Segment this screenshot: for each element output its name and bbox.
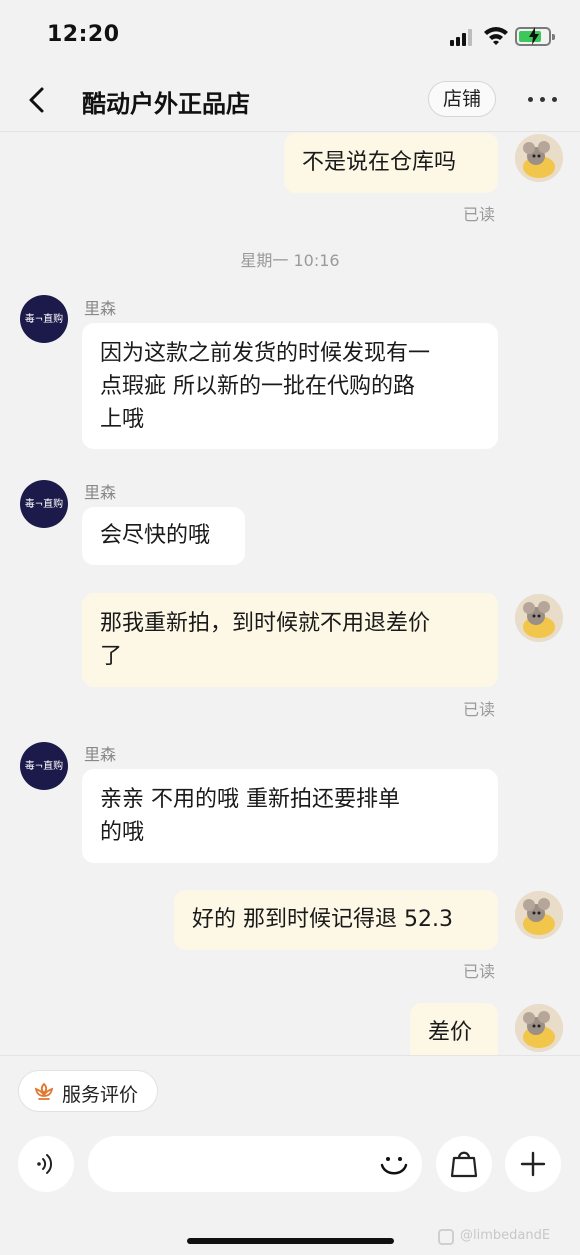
shop-logo: 毒¬直购 <box>24 314 64 325</box>
status-time: 12:20 <box>47 22 120 47</box>
message-text: 了 <box>100 644 123 669</box>
back-arrow-icon[interactable] <box>22 84 54 116</box>
sender-name: 里森 <box>84 483 117 502</box>
voice-wave-icon <box>37 1154 53 1174</box>
chat-header: 酷动户外正品店 店铺 <box>0 70 580 132</box>
read-receipt: 已读 <box>463 700 496 719</box>
product-bag-button[interactable] <box>436 1136 492 1192</box>
user-avatar[interactable] <box>515 594 563 642</box>
voice-input-button[interactable] <box>18 1136 74 1192</box>
home-indicator[interactable] <box>187 1238 394 1244</box>
outgoing-message[interactable]: 好的 那到时候记得退 52.3 <box>174 890 498 950</box>
shop-logo: 毒¬直购 <box>24 761 64 772</box>
composer-panel: 服务评价 @limbedandE <box>0 1055 580 1255</box>
message-text: 因为这款之前发货的时候发现有一 <box>100 341 431 366</box>
add-more-button[interactable] <box>505 1136 561 1192</box>
incoming-message[interactable]: 会尽快的哦 <box>82 507 245 565</box>
read-receipt: 已读 <box>463 962 496 981</box>
wifi-icon <box>484 27 508 45</box>
user-avatar[interactable] <box>515 1004 563 1052</box>
more-options-icon[interactable] <box>526 88 560 110</box>
incoming-message[interactable]: 亲亲 不用的哦 重新拍还要排单 的哦 <box>82 769 498 863</box>
message-timestamp: 星期一 10:16 <box>240 251 340 270</box>
message-text: 上哦 <box>100 407 145 432</box>
message-text: 亲亲 不用的哦 重新拍还要排单 <box>100 787 400 812</box>
watermark-text: @limbedandE <box>460 1228 551 1243</box>
chat-message-list[interactable]: 不是说在仓库吗 已读 星期一 10:16 毒¬直购 里森 因为这款之前发货的时候… <box>0 133 580 1055</box>
service-rating-button[interactable]: 服务评价 <box>18 1070 158 1112</box>
incoming-message[interactable]: 因为这款之前发货的时候发现有一 点瑕疵 所以新的一批在代购的路 上哦 <box>82 323 498 449</box>
user-avatar[interactable] <box>515 891 563 939</box>
outgoing-message[interactable]: 差价 <box>410 1003 498 1055</box>
watermark-icon <box>438 1229 454 1245</box>
message-text: 的哦 <box>100 820 145 845</box>
sender-name: 里森 <box>84 745 117 764</box>
message-text: 点瑕疵 所以新的一批在代购的路 <box>100 374 415 399</box>
emoji-icon[interactable] <box>376 1146 412 1182</box>
message-input[interactable] <box>88 1136 422 1192</box>
user-avatar[interactable] <box>515 134 563 182</box>
message-text: 那我重新拍，到时候就不用退差价 <box>100 611 431 636</box>
message-text: 不是说在仓库吗 <box>302 150 457 175</box>
status-bar: 12:20 <box>0 0 580 70</box>
shop-avatar[interactable]: 毒¬直购 <box>20 480 68 528</box>
message-text: 好的 那到时候记得退 52.3 <box>192 907 453 932</box>
battery-icon <box>515 27 555 46</box>
message-text: 差价 <box>428 1020 473 1045</box>
service-rating-label: 服务评价 <box>62 1084 139 1106</box>
shop-logo: 毒¬直购 <box>24 499 64 510</box>
message-text: 会尽快的哦 <box>100 523 211 548</box>
shop-avatar[interactable]: 毒¬直购 <box>20 295 68 343</box>
shopping-bag-icon <box>450 1151 478 1178</box>
chat-title: 酷动户外正品店 <box>82 90 250 118</box>
outgoing-message[interactable]: 那我重新拍，到时候就不用退差价 了 <box>82 593 498 687</box>
cellular-signal-icon <box>450 28 476 46</box>
flower-icon <box>34 1082 54 1100</box>
shop-button[interactable]: 店铺 <box>428 81 496 117</box>
shop-avatar[interactable]: 毒¬直购 <box>20 742 68 790</box>
outgoing-message[interactable]: 不是说在仓库吗 <box>284 133 498 193</box>
read-receipt: 已读 <box>463 205 496 224</box>
plus-icon <box>520 1151 546 1177</box>
sender-name: 里森 <box>84 299 117 318</box>
